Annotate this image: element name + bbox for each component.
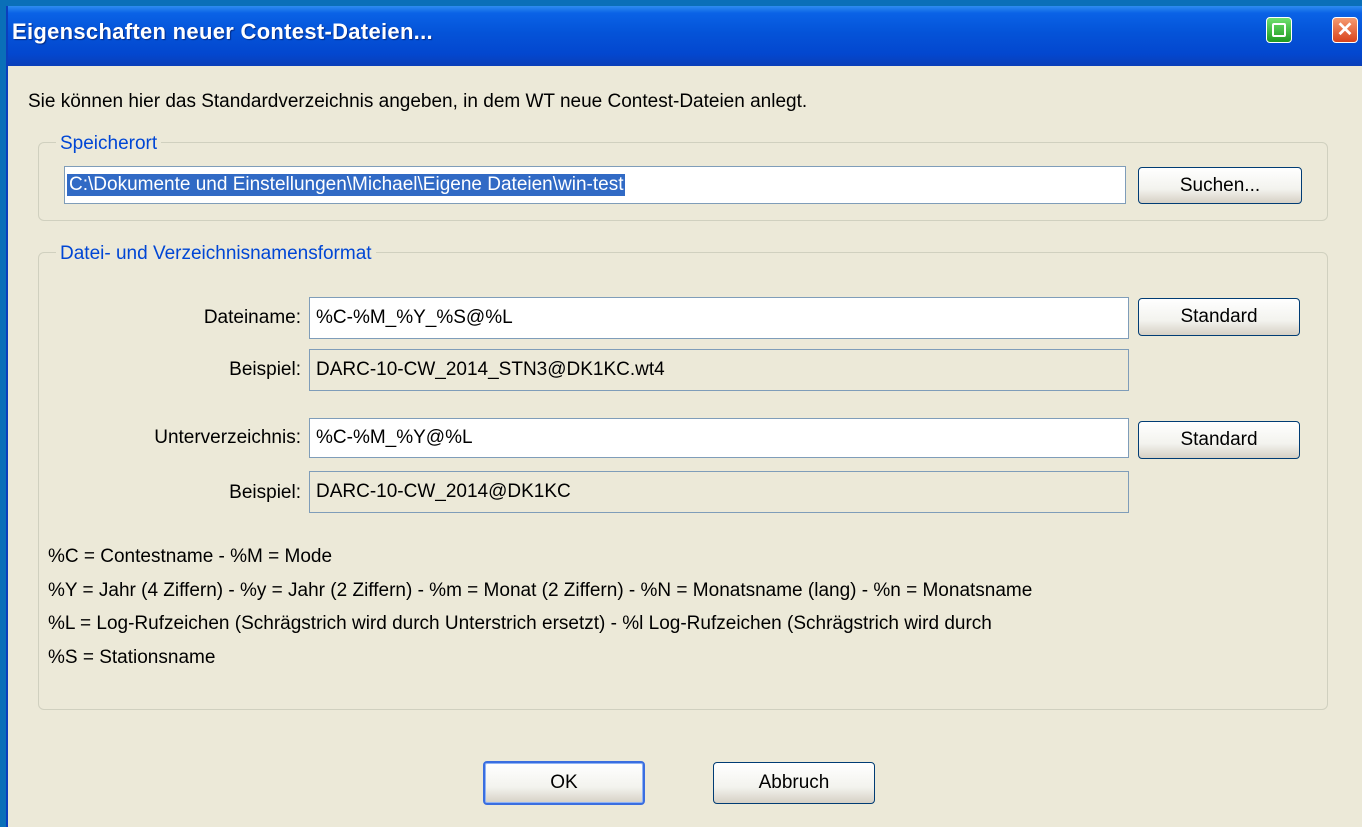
location-group-legend: Speicherort bbox=[56, 133, 162, 155]
note-line: %L = Log-Rufzeichen (Schrägstrich wird d… bbox=[48, 613, 992, 634]
note-line: %C = Contestname - %M = Mode bbox=[48, 546, 333, 567]
subdir-label: Unterverzeichnis: bbox=[154, 427, 301, 448]
window-title: Eigenschaften neuer Contest-Dateien... bbox=[12, 19, 433, 44]
format-group-legend: Datei- und Verzeichnisnamensformat bbox=[56, 243, 376, 265]
cancel-button[interactable]: Abbruch bbox=[713, 762, 875, 804]
filename-standard-button[interactable]: Standard bbox=[1138, 298, 1300, 336]
path-input[interactable]: C:\Dokumente und Einstellungen\Michael\E… bbox=[64, 166, 1126, 204]
search-button[interactable]: Suchen... bbox=[1138, 167, 1302, 204]
example1-field: DARC-10-CW_2014_STN3@DK1KC.wt4 bbox=[309, 349, 1129, 391]
ok-button[interactable]: OK bbox=[483, 761, 645, 805]
note-line: %Y = Jahr (4 Ziffern) - %y = Jahr (2 Zif… bbox=[48, 580, 1033, 601]
close-icon[interactable]: ✕ bbox=[1332, 17, 1358, 43]
example1-label: Beispiel: bbox=[229, 359, 301, 380]
intro-text: Sie können hier das Standardverzeichnis … bbox=[28, 91, 808, 112]
subdir-standard-button[interactable]: Standard bbox=[1138, 421, 1300, 459]
green-window-icon[interactable] bbox=[1266, 17, 1292, 43]
note-line: %S = Stationsname bbox=[48, 647, 216, 668]
path-input-value: C:\Dokumente und Einstellungen\Michael\E… bbox=[67, 174, 626, 196]
example2-label: Beispiel: bbox=[229, 482, 301, 503]
filename-input[interactable]: %C-%M_%Y_%S@%L bbox=[309, 297, 1129, 339]
subdir-input[interactable]: %C-%M_%Y@%L bbox=[309, 418, 1129, 458]
example2-field: DARC-10-CW_2014@DK1KC bbox=[309, 471, 1129, 513]
title-bar[interactable]: Eigenschaften neuer Contest-Dateien... ✕ bbox=[8, 6, 1362, 66]
filename-label: Dateiname: bbox=[203, 307, 301, 328]
